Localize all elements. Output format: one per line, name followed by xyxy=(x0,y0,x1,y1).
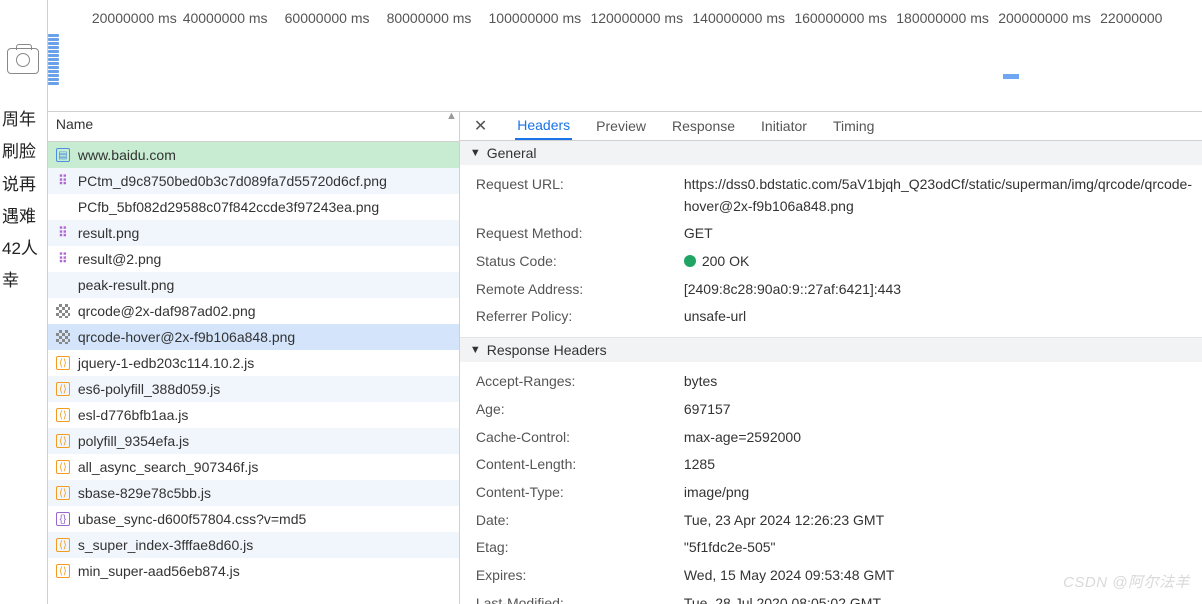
request-method-value: GET xyxy=(684,223,1192,245)
request-name: min_super-aad56eb874.js xyxy=(78,563,240,579)
request-row[interactable]: ⟨⟩ s_super_index-3fffae8d60.js xyxy=(48,532,459,558)
file-icon xyxy=(56,200,70,214)
detail-panel: ✕ Headers Preview Response Initiator Tim… xyxy=(460,112,1202,604)
remote-address-label: Remote Address: xyxy=(476,279,684,301)
request-name: qrcode@2x-daf987ad02.png xyxy=(78,303,256,319)
js-icon: ⟨⟩ xyxy=(56,382,70,396)
detail-tabs: ✕ Headers Preview Response Initiator Tim… xyxy=(460,112,1202,141)
section-general: ▼General Request URL:https://dss0.bdstat… xyxy=(460,141,1202,338)
request-name: result.png xyxy=(78,225,139,241)
timeline-area[interactable]: 20000000 ms40000000 ms60000000 ms8000000… xyxy=(48,0,1202,112)
js-icon: ⟨⟩ xyxy=(56,460,70,474)
tab-headers[interactable]: Headers xyxy=(515,112,572,140)
triangle-down-icon: ▼ xyxy=(470,344,481,356)
response-headers-header[interactable]: ▼Response Headers xyxy=(460,338,1202,362)
request-row[interactable]: ⠿ result.png xyxy=(48,220,459,246)
name-column-header[interactable]: Name ▲ xyxy=(48,112,459,142)
section-response-headers: ▼Response Headers Accept-Ranges:bytes Ag… xyxy=(460,338,1202,604)
camera-icon[interactable] xyxy=(7,48,39,74)
request-row[interactable]: ⟨⟩ sbase-829e78c5bb.js xyxy=(48,480,459,506)
referrer-policy-value: unsafe-url xyxy=(684,306,1192,328)
request-row[interactable]: ⟨⟩ polyfill_9354efa.js xyxy=(48,428,459,454)
tab-response[interactable]: Response xyxy=(670,113,737,139)
request-row[interactable]: ⟨⟩ jquery-1-edb203c114.10.2.js xyxy=(48,350,459,376)
status-code-label: Status Code: xyxy=(476,251,684,273)
general-header[interactable]: ▼General xyxy=(460,141,1202,165)
js-icon: ⟨⟩ xyxy=(56,564,70,578)
request-name: www.baidu.com xyxy=(78,147,176,163)
remote-address-value: [2409:8c28:90a0:9::27af:6421]:443 xyxy=(684,279,1192,301)
request-name: all_async_search_907346f.js xyxy=(78,459,259,475)
img-icon: ⠿ xyxy=(56,252,70,266)
request-url-value: https://dss0.bdstatic.com/5aV1bjqh_Q23od… xyxy=(684,174,1192,217)
file-icon xyxy=(56,278,70,292)
referrer-policy-label: Referrer Policy: xyxy=(476,306,684,328)
page-text-3: 遇难 42人幸 xyxy=(0,201,47,298)
tab-initiator[interactable]: Initiator xyxy=(759,113,809,139)
status-dot-icon xyxy=(684,255,696,267)
request-name: jquery-1-edb203c114.10.2.js xyxy=(78,355,254,371)
triangle-down-icon: ▼ xyxy=(470,147,481,159)
tab-preview[interactable]: Preview xyxy=(594,113,648,139)
scroll-up-icon[interactable]: ▲ xyxy=(446,112,457,122)
request-row[interactable]: ⟨⟩ all_async_search_907346f.js xyxy=(48,454,459,480)
request-row[interactable]: ⠿ result@2.png xyxy=(48,246,459,272)
request-name: s_super_index-3fffae8d60.js xyxy=(78,537,253,553)
request-row[interactable]: peak-result.png xyxy=(48,272,459,298)
request-name: sbase-829e78c5bb.js xyxy=(78,485,211,501)
status-code-value: 200 OK xyxy=(684,251,1192,273)
request-row[interactable]: qrcode-hover@2x-f9b106a848.png xyxy=(48,324,459,350)
js-icon: ⟨⟩ xyxy=(56,434,70,448)
request-row[interactable]: {} ubase_sync-d600f57804.css?v=md5 xyxy=(48,506,459,532)
request-row[interactable]: ⠿ PCtm_d9c8750bed0b3c7d089fa7d55720d6cf.p… xyxy=(48,168,459,194)
request-method-label: Request Method: xyxy=(476,223,684,245)
page-text-2: 刷脸说再 xyxy=(0,136,47,201)
request-name: result@2.png xyxy=(78,251,161,267)
request-row[interactable]: ▤ www.baidu.com xyxy=(48,142,459,168)
timeline-ticks: 20000000 ms40000000 ms60000000 ms8000000… xyxy=(48,10,1202,26)
css-icon: {} xyxy=(56,512,70,526)
watermark: CSDN @阿尔法羊 xyxy=(1063,571,1190,592)
request-name: ubase_sync-d600f57804.css?v=md5 xyxy=(78,511,306,527)
request-url-label: Request URL: xyxy=(476,174,684,217)
img-icon: ⠿ xyxy=(56,174,70,188)
request-row[interactable]: ⟨⟩ min_super-aad56eb874.js xyxy=(48,558,459,584)
request-name: esl-d776bfb1aa.js xyxy=(78,407,189,423)
qr-icon xyxy=(56,330,70,344)
doc-icon: ▤ xyxy=(56,148,70,162)
left-sidebar: 周年 刷脸说再 遇难 42人幸 xyxy=(0,0,48,604)
request-row[interactable]: ⟨⟩ es6-polyfill_388d059.js xyxy=(48,376,459,402)
js-icon: ⟨⟩ xyxy=(56,356,70,370)
request-name: qrcode-hover@2x-f9b106a848.png xyxy=(78,329,295,345)
js-icon: ⟨⟩ xyxy=(56,486,70,500)
request-list: Name ▲ ▤ www.baidu.com ⠿ PCtm_d9c8750bed0b3… xyxy=(48,112,460,604)
devtools-panel: 20000000 ms40000000 ms60000000 ms8000000… xyxy=(48,0,1202,604)
request-name: peak-result.png xyxy=(78,277,175,293)
qr-icon xyxy=(56,304,70,318)
request-name: PCtm_d9c8750bed0b3c7d089fa7d55720d6cf.pn… xyxy=(78,173,387,189)
request-name: polyfill_9354efa.js xyxy=(78,433,189,449)
timeline-marker xyxy=(1003,74,1019,79)
page-text-1: 周年 xyxy=(0,104,47,136)
tab-timing[interactable]: Timing xyxy=(831,113,877,139)
request-row[interactable]: ⟨⟩ esl-d776bfb1aa.js xyxy=(48,402,459,428)
request-row[interactable]: qrcode@2x-daf987ad02.png xyxy=(48,298,459,324)
close-icon[interactable]: ✕ xyxy=(468,116,493,136)
request-name: es6-polyfill_388d059.js xyxy=(78,381,220,397)
js-icon: ⟨⟩ xyxy=(56,538,70,552)
request-row[interactable]: PCfb_5bf082d29588c07f842ccde3f97243ea.pn… xyxy=(48,194,459,220)
js-icon: ⟨⟩ xyxy=(56,408,70,422)
img-icon: ⠿ xyxy=(56,226,70,240)
request-name: PCfb_5bf082d29588c07f842ccde3f97243ea.pn… xyxy=(78,199,379,215)
timeline-bars xyxy=(48,34,59,85)
